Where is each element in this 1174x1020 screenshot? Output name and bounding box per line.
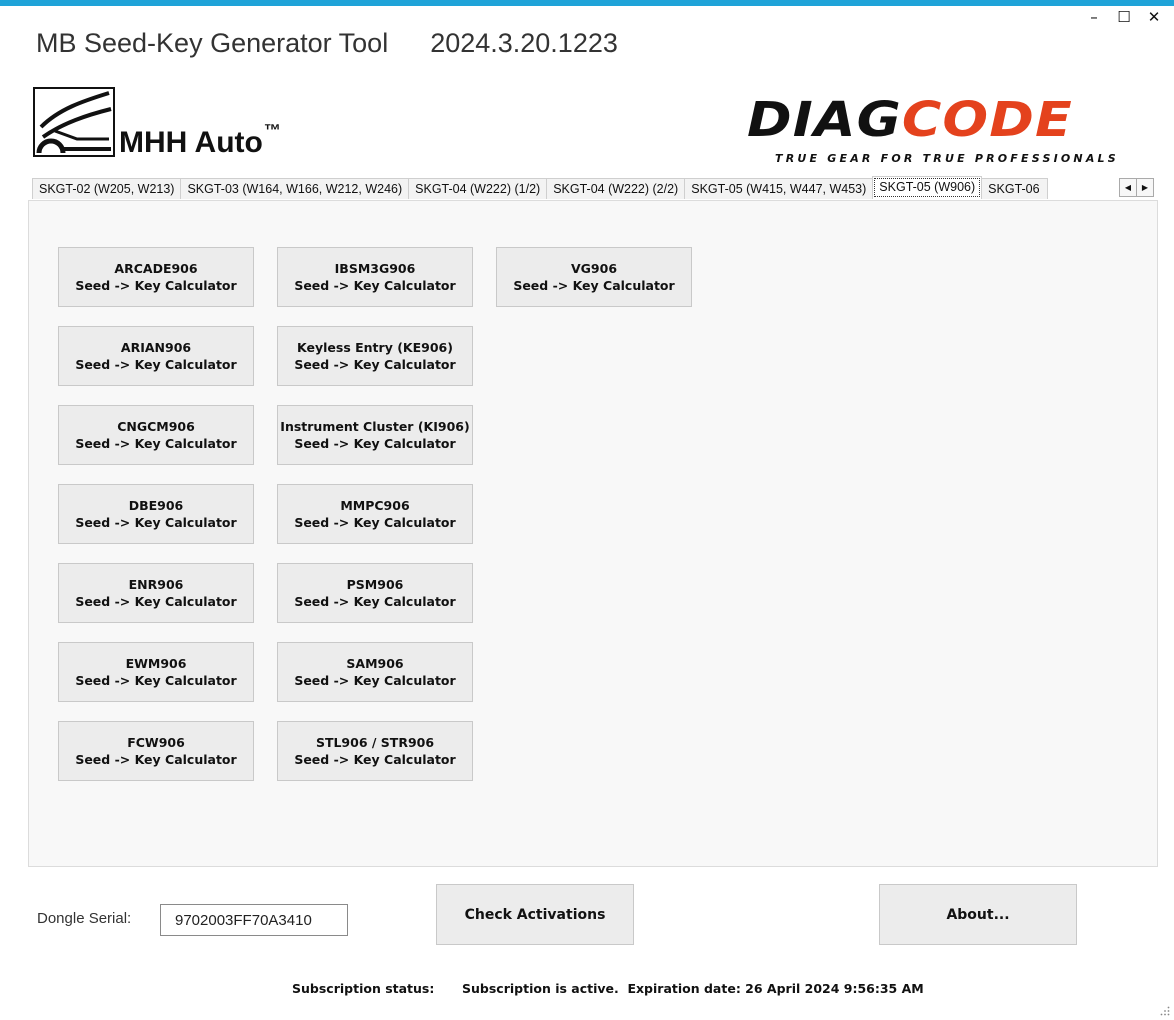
- dongle-serial-label: Dongle Serial:: [37, 910, 132, 927]
- fcw906-calculator-button[interactable]: FCW906 Seed -> Key Calculator: [58, 721, 254, 781]
- cngcm906-calculator-button[interactable]: CNGCM906 Seed -> Key Calculator: [58, 405, 254, 465]
- scroll-right-icon[interactable]: ▶: [1136, 178, 1154, 197]
- diagcode-wordmark: DIAGCODE: [747, 92, 1073, 148]
- ki906-calculator-button[interactable]: Instrument Cluster (KI906) Seed -> Key Ca…: [277, 405, 473, 465]
- app-name: MB Seed-Key Generator Tool: [36, 28, 389, 58]
- tab-scroll-buttons: ◀ ▶: [1119, 178, 1154, 197]
- tab-skgt-06[interactable]: SKGT-06: [981, 178, 1049, 199]
- subscription-status-value: Subscription is active. Expiration date:…: [462, 981, 924, 996]
- tab-skgt-03[interactable]: SKGT-03 (W164, W166, W212, W246): [180, 178, 410, 199]
- close-icon[interactable]: ✕: [1146, 8, 1162, 26]
- tab-strip: SKGT-02 (W205, W213) SKGT-03 (W164, W166…: [32, 176, 1049, 200]
- diagcode-tagline: TRUE GEAR FOR TRUE PROFESSIONALS: [775, 152, 1119, 165]
- dbe906-calculator-button[interactable]: DBE906 Seed -> Key Calculator: [58, 484, 254, 544]
- dongle-serial-field[interactable]: 9702003FF70A3410: [160, 904, 348, 936]
- minimize-icon[interactable]: –: [1086, 8, 1102, 26]
- tab-skgt-04-part1[interactable]: SKGT-04 (W222) (1/2): [408, 178, 548, 199]
- maximize-icon[interactable]: ☐: [1116, 8, 1132, 26]
- about-button[interactable]: About...: [879, 884, 1077, 945]
- mhh-auto-text: MHH Auto™: [119, 121, 281, 159]
- app-version: 2024.3.20.1223: [430, 28, 618, 58]
- mhh-auto-logo: MHH Auto™: [33, 87, 281, 159]
- car-logo-icon: [33, 87, 115, 157]
- tab-skgt-05-w415[interactable]: SKGT-05 (W415, W447, W453): [684, 178, 874, 199]
- scroll-left-icon[interactable]: ◀: [1119, 178, 1137, 197]
- stl906-str906-calculator-button[interactable]: STL906 / STR906 Seed -> Key Calculator: [277, 721, 473, 781]
- ibsm3g906-calculator-button[interactable]: IBSM3G906 Seed -> Key Calculator: [277, 247, 473, 307]
- arcade906-calculator-button[interactable]: ARCADE906 Seed -> Key Calculator: [58, 247, 254, 307]
- window-controls: – ☐ ✕: [1086, 8, 1162, 26]
- psm906-calculator-button[interactable]: PSM906 Seed -> Key Calculator: [277, 563, 473, 623]
- tab-skgt-02[interactable]: SKGT-02 (W205, W213): [32, 178, 182, 199]
- vg906-calculator-button[interactable]: VG906 Seed -> Key Calculator: [496, 247, 692, 307]
- arian906-calculator-button[interactable]: ARIAN906 Seed -> Key Calculator: [58, 326, 254, 386]
- sam906-calculator-button[interactable]: SAM906 Seed -> Key Calculator: [277, 642, 473, 702]
- window-accent-bar: [0, 0, 1174, 6]
- mmpc906-calculator-button[interactable]: MMPC906 Seed -> Key Calculator: [277, 484, 473, 544]
- tab-skgt-05-w906[interactable]: SKGT-05 (W906): [872, 176, 983, 199]
- app-title: MB Seed-Key Generator Tool 2024.3.20.1223: [36, 28, 618, 59]
- ke906-calculator-button[interactable]: Keyless Entry (KE906) Seed -> Key Calcula…: [277, 326, 473, 386]
- diagcode-logo: DIAGCODE TRUE GEAR FOR TRUE PROFESSIONAL…: [747, 96, 1147, 166]
- tab-skgt-04-part2[interactable]: SKGT-04 (W222) (2/2): [546, 178, 686, 199]
- check-activations-button[interactable]: Check Activations: [436, 884, 634, 945]
- subscription-status-label: Subscription status:: [292, 981, 435, 996]
- ewm906-calculator-button[interactable]: EWM906 Seed -> Key Calculator: [58, 642, 254, 702]
- resize-grip-icon[interactable]: [1160, 1006, 1170, 1016]
- enr906-calculator-button[interactable]: ENR906 Seed -> Key Calculator: [58, 563, 254, 623]
